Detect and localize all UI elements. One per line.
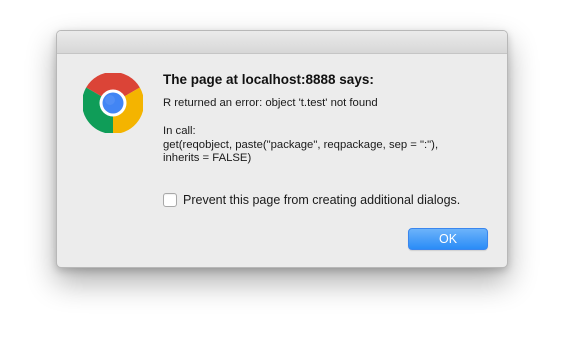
prevent-dialogs-label[interactable]: Prevent this page from creating addition…	[183, 193, 460, 207]
chrome-logo-icon	[83, 73, 143, 133]
dialog-title: The page at localhost:8888 says:	[163, 72, 374, 87]
call-code: get(reqobject, paste("package", reqpacka…	[163, 138, 439, 165]
dialog-message: R returned an error: object 't.test' not…	[163, 97, 483, 166]
error-line: R returned an error: object 't.test' not…	[163, 97, 378, 109]
call-label: In call:	[163, 124, 196, 137]
ok-button[interactable]: OK	[408, 228, 488, 250]
prevent-dialogs-checkbox[interactable]	[163, 193, 177, 207]
prevent-dialogs-option[interactable]: Prevent this page from creating addition…	[163, 192, 460, 208]
alert-dialog: The page at localhost:8888 says: R retur…	[56, 30, 508, 268]
dialog-titlebar	[57, 31, 507, 54]
